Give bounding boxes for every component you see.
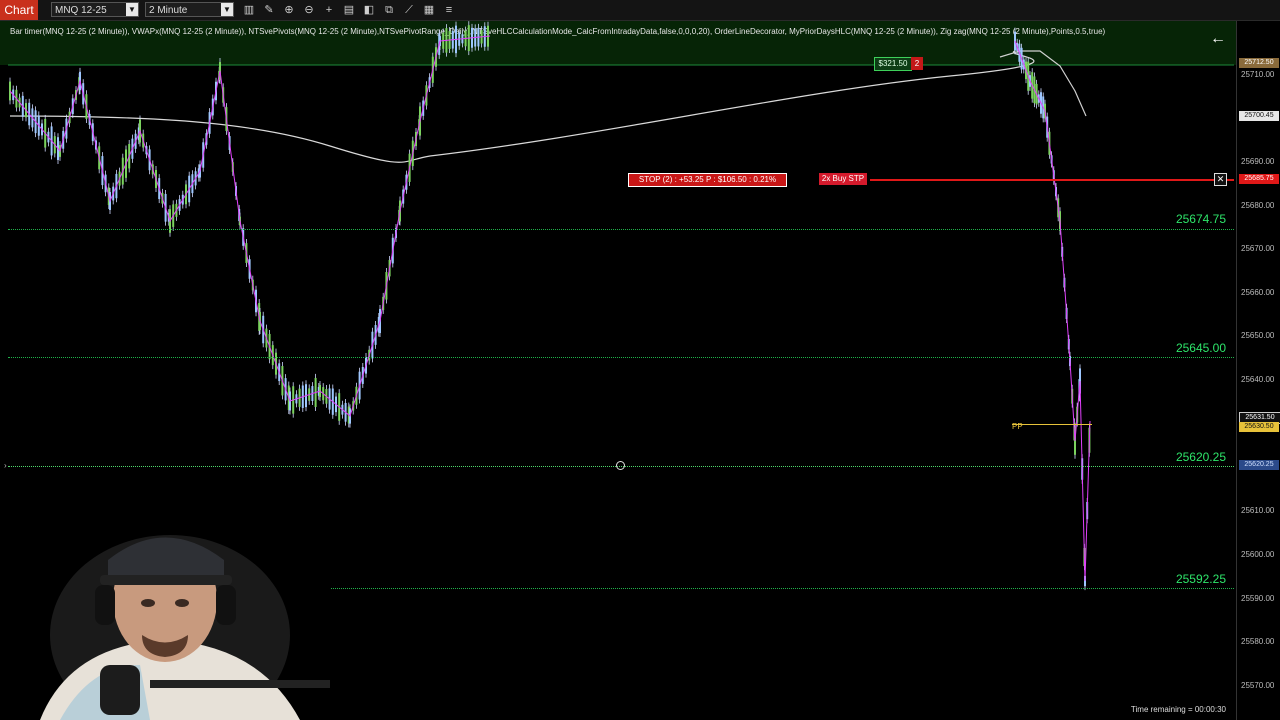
price-axis[interactable]: 25712.50 25710.00 25700.45 25690.00 2568… <box>1236 21 1280 720</box>
zoom-out-icon[interactable]: ⊖ <box>302 3 316 17</box>
axis-tag-vwap: 25700.45 <box>1239 111 1279 121</box>
axis-tick: 25610.00 <box>1241 506 1275 515</box>
position-pnl[interactable]: $321.50 <box>874 57 912 71</box>
level-label-1: 25674.75 <box>1175 212 1226 226</box>
axis-tick: 25650.00 <box>1241 331 1275 340</box>
level-label-2: 25645.00 <box>1175 341 1226 355</box>
properties-icon[interactable]: ▤ <box>342 3 356 17</box>
pivot-line <box>1012 424 1092 425</box>
position-qty[interactable]: 2 <box>911 57 923 70</box>
level-line-2[interactable] <box>8 357 1234 358</box>
back-arrow-icon[interactable]: ← <box>1210 30 1226 48</box>
level-label-4: 25592.25 <box>1175 572 1226 586</box>
axis-tick: 25640.00 <box>1241 375 1275 384</box>
axis-tick: 25680.00 <box>1241 201 1275 210</box>
axis-tick: 25670.00 <box>1241 244 1275 253</box>
axis-tick: 25690.00 <box>1241 157 1275 166</box>
pencil-icon[interactable]: ✎ <box>262 3 276 17</box>
level-label-3: 25620.25 <box>1175 450 1226 464</box>
menu-icon[interactable]: ≡ <box>442 3 456 17</box>
chart-toolbar: Chart MNQ 12-25 ▼ 2 Minute ▼ ▥ ✎ ⊕ ⊖ + ▤… <box>0 0 1280 21</box>
crosshair-marker <box>616 461 625 470</box>
chevron-down-icon: ▼ <box>221 3 233 16</box>
webcam-overlay <box>0 515 330 720</box>
crosshair-icon[interactable]: + <box>322 3 336 17</box>
indicators-icon[interactable]: ⧉ <box>382 3 396 17</box>
zigzag-line <box>9 35 1091 582</box>
axis-tag-level: 25620.25 <box>1239 460 1279 470</box>
price-bars <box>9 21 1091 591</box>
axis-tick: 25570.00 <box>1241 681 1275 690</box>
export-icon[interactable]: ◧ <box>362 3 376 17</box>
cancel-order-icon[interactable]: ✕ <box>1214 173 1227 186</box>
instrument-selector[interactable]: MNQ 12-25 ▼ <box>51 2 139 17</box>
buy-stop-button[interactable]: 2x Buy STP <box>819 173 867 185</box>
level-line-1[interactable] <box>8 229 1234 230</box>
left-axis-marker: › <box>4 461 7 470</box>
axis-tick: 25710.00 <box>1241 70 1275 79</box>
strategies-icon[interactable]: ⟋ <box>402 3 416 17</box>
zoom-in-icon[interactable]: ⊕ <box>282 3 296 17</box>
interval-value: 2 Minute <box>149 5 188 16</box>
axis-tick: 25590.00 <box>1241 594 1275 603</box>
bar-type-icon[interactable]: ▥ <box>242 3 256 17</box>
instrument-value: MNQ 12-25 <box>55 5 107 16</box>
chart-tab[interactable]: Chart <box>0 0 38 20</box>
stop-order-line[interactable] <box>870 179 1234 181</box>
axis-tag-pivot: 25630.50 <box>1239 422 1279 432</box>
axis-tick: 25600.00 <box>1241 550 1275 559</box>
axis-tag-stop: 25685.75 <box>1239 174 1279 184</box>
interval-selector[interactable]: 2 Minute ▼ <box>145 2 234 17</box>
bar-timer: Time remaining = 00:00:30 <box>1130 705 1226 714</box>
stop-order-label[interactable]: STOP (2) : +53.25 P : $106.50 : 0.21% <box>628 173 787 187</box>
pivot-label: PP <box>1012 422 1023 431</box>
chevron-down-icon: ▼ <box>126 3 138 16</box>
drawing-icon[interactable]: ▦ <box>422 3 436 17</box>
axis-tag-prior-high: 25712.50 <box>1239 58 1279 68</box>
axis-tick: 25580.00 <box>1241 637 1275 646</box>
axis-tick: 25660.00 <box>1241 288 1275 297</box>
